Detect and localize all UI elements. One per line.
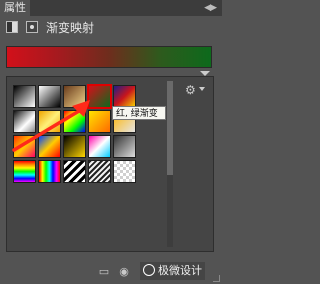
panel-tab-bar: 属性 ◀▶ [0,0,222,16]
resize-grip-icon[interactable] [213,275,220,282]
gradient-swatch[interactable] [38,135,61,158]
gradient-swatch[interactable] [88,110,111,133]
gradient-swatch-grid [13,84,165,183]
watermark-text: 极微设计 [158,264,202,277]
gradient-swatch[interactable] [63,135,86,158]
gradient-swatch[interactable] [63,110,86,133]
menu-arrow-icon[interactable] [199,87,205,91]
gradient-swatch[interactable] [88,135,111,158]
gradient-swatch[interactable] [113,160,136,183]
tab-properties[interactable]: 属性 [0,0,30,16]
gradient-swatch[interactable] [13,135,36,158]
scrollbar-thumb[interactable] [167,81,173,175]
panel-title: 渐变映射 [46,21,95,35]
eye-icon[interactable]: ◉ [118,266,130,277]
gear-icon[interactable]: ⚙ [185,83,196,97]
gradient-swatch[interactable] [38,110,61,133]
panel-header: 渐变映射 [0,16,222,40]
swatch-tooltip: 红, 绿渐变 [112,106,166,120]
clip-to-layer-icon[interactable]: ▭ [98,266,110,277]
gradient-swatch[interactable] [13,160,36,183]
mask-icon[interactable] [26,21,38,33]
gradient-swatch[interactable] [63,85,86,108]
gradient-picker: ⚙ [6,76,214,252]
gradient-preview-bar[interactable] [6,46,212,68]
gradient-swatch[interactable] [13,110,36,133]
gradient-swatch[interactable] [38,85,61,108]
watermark: 极微设计 [140,262,205,280]
gradient-swatch[interactable] [88,160,111,183]
gradient-swatch[interactable] [113,135,136,158]
collapse-icon[interactable]: ◀▶ [204,3,217,13]
gradient-swatch[interactable] [87,84,112,109]
adjustment-icon[interactable] [6,21,18,33]
gradient-swatch[interactable] [13,85,36,108]
gradient-swatch[interactable] [113,85,136,108]
gradient-swatch[interactable] [63,160,86,183]
watermark-logo-icon [143,264,155,276]
gradient-swatch[interactable] [38,160,61,183]
